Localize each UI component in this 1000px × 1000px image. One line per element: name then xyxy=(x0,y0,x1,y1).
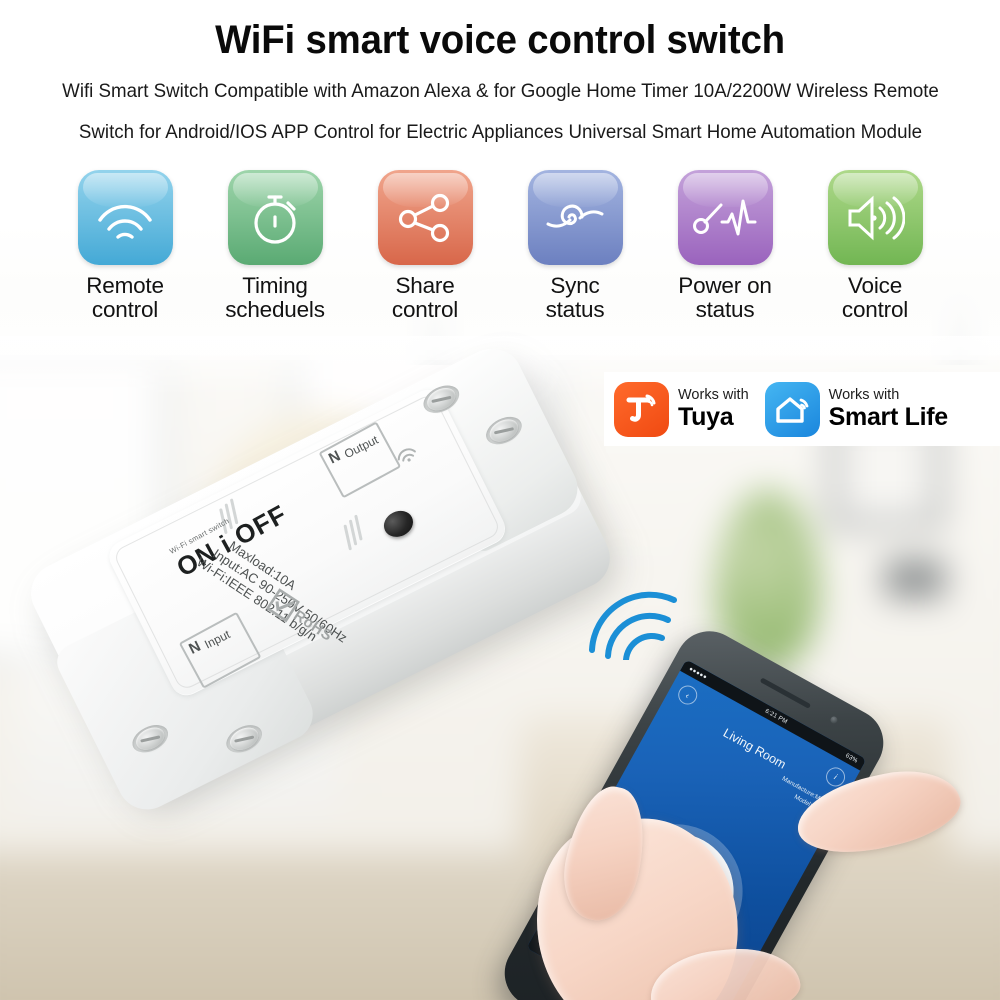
share-nodes-icon xyxy=(377,170,473,265)
works-with-smart-life-badge: Works with Smart Life xyxy=(749,381,949,437)
smart-life-prefix: Works with xyxy=(828,386,900,403)
works-with-tuya-badge: Works with Tuya xyxy=(604,381,749,437)
subtitle-line-2: Switch for Android/IOS APP Control for E… xyxy=(78,121,922,144)
tuya-text: Works with Tuya xyxy=(678,388,749,431)
wifi-signal-icon xyxy=(77,170,173,265)
smart-life-brand: Smart Life xyxy=(828,403,949,432)
feature-label-line2: control xyxy=(91,297,159,323)
hand-holding-phone xyxy=(523,758,967,1000)
feature-label-line1: Timing xyxy=(242,273,308,298)
feature-label-line1: Remote xyxy=(86,273,164,298)
page-title: WiFi smart voice control switch xyxy=(215,18,785,62)
feature-label: Voice control xyxy=(841,273,909,323)
feature-label: Power on status xyxy=(678,273,772,323)
feature-label: Share control xyxy=(391,273,459,323)
smart-life-house-icon xyxy=(764,381,820,437)
chevron-left-icon: ‹ xyxy=(683,689,692,701)
feature-timing-schedules: Timing scheduels xyxy=(224,170,327,323)
feature-label-line2: scheduels xyxy=(225,297,325,323)
feature-power-on-status: Power on status xyxy=(674,170,777,323)
switch-pulse-icon xyxy=(677,170,773,265)
header: WiFi smart voice control switch Wifi Sma… xyxy=(0,0,1000,143)
feature-label: Timing scheduels xyxy=(225,273,325,323)
feature-label: Sync status xyxy=(545,273,605,323)
feature-share-control: Share control xyxy=(374,170,477,323)
feature-sync-status: Sync status xyxy=(524,170,627,323)
works-with-badges: Works with Tuya Works with Smart Life xyxy=(604,372,1000,446)
feature-label-line2: status xyxy=(695,297,755,323)
feature-list: Remote control Timing scheduels Share co… xyxy=(0,170,1000,323)
speaker-voice-icon xyxy=(827,170,923,265)
feature-label-line2: control xyxy=(391,297,459,323)
smart-life-text: Works with Smart Life xyxy=(828,386,949,432)
feature-label-line1: Voice xyxy=(847,273,903,298)
feature-label-line1: Sync xyxy=(550,273,600,298)
tuya-prefix: Works with xyxy=(678,386,749,403)
tuya-brand: Tuya xyxy=(678,403,734,432)
product-marketing-image: WiFi smart voice control switch Wifi Sma… xyxy=(0,0,1000,1000)
feature-label-line2: status xyxy=(545,297,605,323)
feature-label-line1: Share xyxy=(395,273,455,298)
feature-label-line1: Power on xyxy=(678,273,772,298)
background-wall-panel xyxy=(885,560,945,598)
phone-front-camera xyxy=(829,715,839,725)
subtitle-line-1: Wifi Smart Switch Compatible with Amazon… xyxy=(61,80,939,102)
cloud-sync-icon xyxy=(527,170,623,265)
tuya-logo-icon xyxy=(614,381,669,437)
feature-label-line2: control xyxy=(841,297,909,323)
feature-voice-control: Voice control xyxy=(824,170,927,323)
feature-label: Remote control xyxy=(86,273,164,323)
stopwatch-icon xyxy=(227,170,323,265)
feature-remote-control: Remote control xyxy=(74,170,177,323)
phone-in-hand: ●●●●● 6:21 PM 63% ‹ i Living Room Manufa… xyxy=(492,619,1000,1000)
